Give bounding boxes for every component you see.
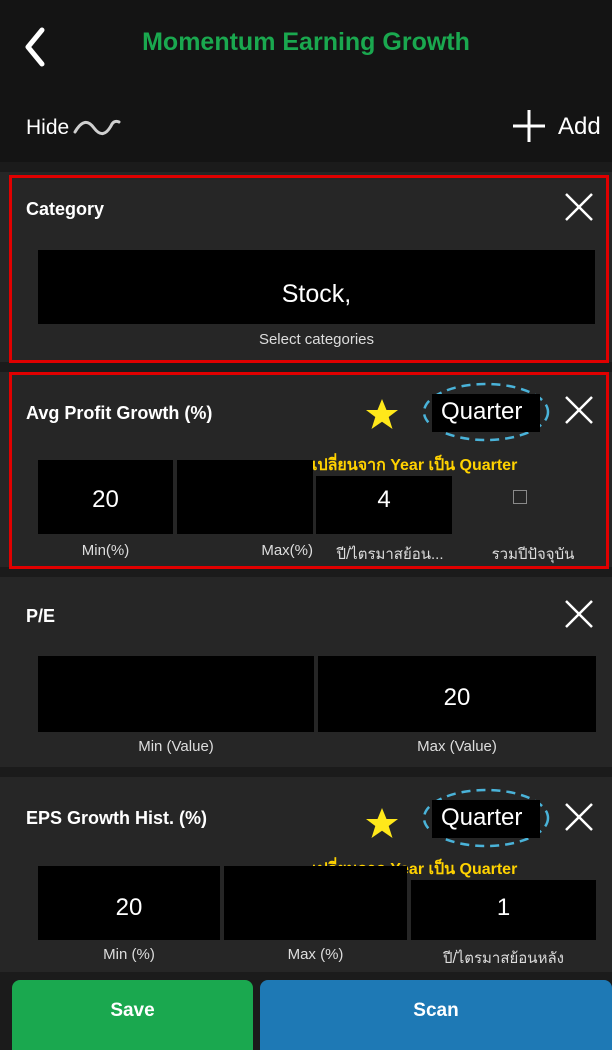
avg-profit-period-selector[interactable]: Quarter: [441, 398, 522, 426]
category-label: Category: [26, 199, 105, 219]
pe-max-caption: Max (Value): [417, 738, 497, 755]
avg-profit-min-value: 20: [92, 486, 119, 513]
avg-profit-years-caption: ปี/ไตรมาสย้อน...: [336, 546, 444, 563]
close-icon[interactable]: [562, 190, 596, 224]
pe-max-value: 20: [443, 684, 471, 711]
avg-profit-annotation: เปลี่ยนจาก Year เป็น Quarter: [312, 457, 518, 474]
include-current-year-caption: รวมปีปัจจุบัน: [491, 546, 575, 563]
pe-min-caption: Min (Value): [138, 738, 214, 755]
wave-icon[interactable]: [72, 118, 122, 138]
pe-min-input[interactable]: [38, 656, 314, 732]
plus-icon[interactable]: [509, 106, 549, 146]
scan-button[interactable]: Scan: [260, 980, 612, 1050]
eps-growth-max-caption: Max (%): [287, 946, 344, 963]
page-title: Momentum Earning Growth: [142, 28, 470, 56]
avg-profit-min-caption: Min(%): [81, 542, 130, 559]
eps-growth-years-caption: ปี/ไตรมาสย้อนหลัง: [443, 950, 564, 967]
eps-growth-period-selector[interactable]: Quarter: [441, 804, 522, 832]
include-current-year-checkbox[interactable]: [513, 490, 527, 504]
pe-label: P/E: [26, 606, 56, 626]
close-icon[interactable]: [562, 597, 596, 631]
add-button-label[interactable]: Add: [558, 113, 601, 141]
avg-profit-years-value: 4: [377, 486, 391, 513]
save-button[interactable]: Save: [12, 980, 253, 1050]
hide-toggle-label[interactable]: Hide: [26, 116, 69, 140]
avg-profit-max-caption: Max(%): [261, 542, 313, 559]
eps-growth-years-value: 1: [496, 894, 511, 921]
eps-growth-label: EPS Growth Hist. (%): [26, 808, 208, 828]
eps-growth-min-value: 20: [115, 894, 143, 921]
avg-profit-max-input[interactable]: [177, 460, 313, 534]
category-caption: Select categories: [258, 331, 375, 348]
star-icon: [366, 399, 398, 429]
close-icon[interactable]: [562, 393, 596, 427]
star-icon: [366, 808, 398, 838]
close-icon[interactable]: [562, 800, 596, 834]
avg-profit-label: Avg Profit Growth (%): [26, 403, 213, 423]
eps-growth-min-caption: Min (%): [103, 946, 155, 963]
category-value: Stock,: [281, 280, 352, 308]
eps-growth-max-input[interactable]: [224, 866, 407, 940]
